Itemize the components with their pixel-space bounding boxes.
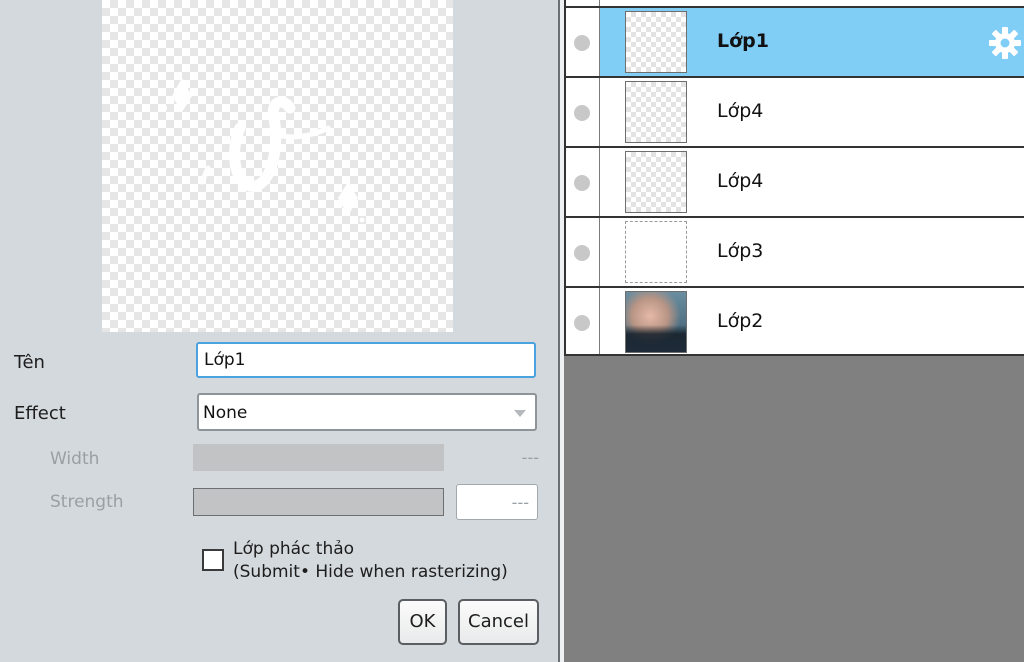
layer-name: Lớp2 xyxy=(717,310,764,332)
layer-name: Lớp4 xyxy=(717,170,764,192)
layer-list: Lớp1 Lớp4 Lớp4 Lớp3 Lớp2 xyxy=(564,0,1024,356)
layer-thumbnail xyxy=(625,151,687,213)
draft-layer-sublabel: (Submit• Hide when rasterizing) xyxy=(233,562,508,582)
chevron-down-icon xyxy=(514,410,526,417)
dot-icon xyxy=(574,35,590,51)
layers-panel: Lớp1 Lớp4 Lớp4 Lớp3 Lớp2 xyxy=(564,0,1024,662)
list-top-edge xyxy=(566,0,1024,8)
width-slider xyxy=(193,444,444,471)
dot-icon xyxy=(574,105,590,121)
strength-slider xyxy=(193,488,444,516)
layer-row[interactable]: Lớp3 xyxy=(566,218,1024,288)
cancel-button[interactable]: Cancel xyxy=(458,599,539,645)
draft-layer-checkbox[interactable] xyxy=(202,549,224,571)
layer-row[interactable]: Lớp2 xyxy=(566,288,1024,356)
visibility-toggle[interactable] xyxy=(566,78,600,148)
layer-name-input[interactable] xyxy=(196,342,536,378)
ok-button[interactable]: OK xyxy=(398,599,447,645)
dot-icon xyxy=(574,315,590,331)
dot-icon xyxy=(574,245,590,261)
layer-thumbnail xyxy=(625,11,687,73)
layer-thumbnail xyxy=(625,291,687,353)
layer-row[interactable]: Lớp4 xyxy=(566,148,1024,218)
visibility-toggle[interactable] xyxy=(566,148,600,218)
layer-name: Lớp3 xyxy=(717,240,764,262)
strength-label: Strength xyxy=(50,492,124,512)
layer-preview xyxy=(102,0,453,332)
layer-thumbnail xyxy=(625,221,687,283)
visibility-toggle[interactable] xyxy=(566,8,600,78)
layer-thumbnail xyxy=(625,81,687,143)
width-label: Width xyxy=(50,449,100,469)
layer-row[interactable]: Lớp1 xyxy=(566,8,1024,78)
visibility-toggle[interactable] xyxy=(566,218,600,288)
effect-label: Effect xyxy=(14,403,66,424)
name-label: Tên xyxy=(14,352,45,373)
row-divider xyxy=(566,354,1024,356)
preview-artwork xyxy=(161,78,365,223)
width-value: --- xyxy=(521,448,539,467)
visibility-toggle[interactable] xyxy=(566,288,600,356)
layer-name: Lớp4 xyxy=(717,100,764,122)
strength-value-field: --- xyxy=(456,484,538,520)
effect-dropdown[interactable]: None xyxy=(197,393,537,431)
dot-icon xyxy=(574,175,590,191)
draft-layer-label: Lớp phác thảo xyxy=(233,539,355,559)
effect-selected-value: None xyxy=(203,403,248,423)
layer-name: Lớp1 xyxy=(717,30,769,52)
layer-settings-dialog: Tên Effect None Width --- Strength --- L… xyxy=(0,0,558,662)
gear-icon[interactable] xyxy=(988,26,1022,60)
layer-row[interactable]: Lớp4 xyxy=(566,78,1024,148)
